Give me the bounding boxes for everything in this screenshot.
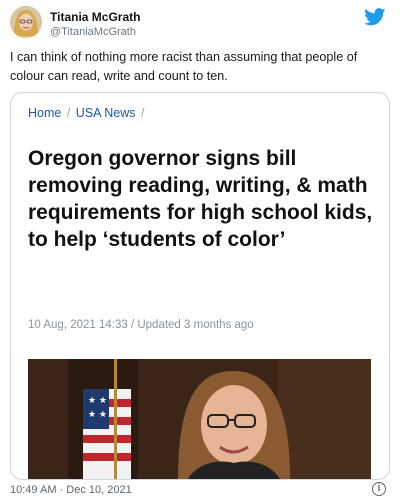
twitter-bird-icon[interactable] [364, 8, 386, 26]
governor-photo: ★ ★ ★ ★ [28, 359, 371, 479]
breadcrumb: Home / USA News / [28, 106, 147, 120]
tweet-text: I can think of nothing more racist than … [10, 50, 358, 83]
avatar[interactable] [10, 6, 42, 38]
display-name[interactable]: Titania McGrath [50, 10, 140, 24]
svg-text:★ ★: ★ ★ [88, 410, 107, 420]
breadcrumb-usa-news[interactable]: USA News [76, 106, 136, 120]
tweet-timestamp[interactable]: 10:49 AM · Dec 10, 2021 [10, 484, 132, 496]
info-icon[interactable]: i [372, 482, 386, 496]
article-photo[interactable]: ★ ★ ★ ★ [28, 359, 371, 479]
user-handle[interactable]: @TitaniaMcGrath [50, 26, 136, 38]
breadcrumb-home[interactable]: Home [28, 106, 61, 120]
article-headline[interactable]: Oregon governor signs bill removing read… [28, 145, 378, 253]
breadcrumb-separator: / [141, 106, 145, 120]
article-card[interactable]: Home / USA News / Oregon governor signs … [10, 92, 390, 480]
avatar-image [10, 6, 42, 38]
svg-text:★ ★: ★ ★ [88, 396, 107, 406]
tweet-header: Titania McGrath @TitaniaMcGrath [10, 6, 390, 40]
article-meta: 10 Aug, 2021 14:33 / Updated 3 months ag… [28, 319, 254, 331]
breadcrumb-separator: / [66, 106, 71, 120]
